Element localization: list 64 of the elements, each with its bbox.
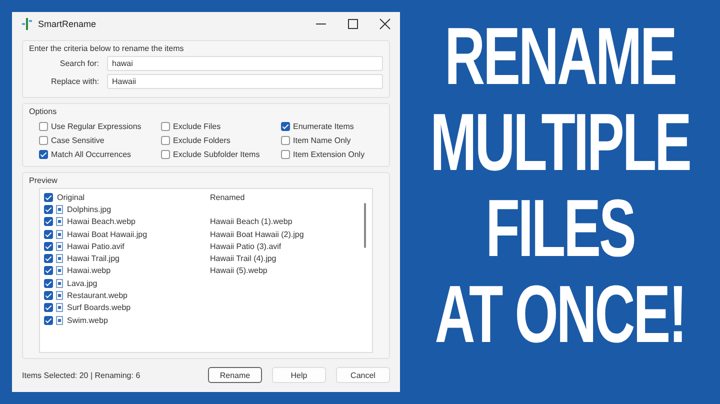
window-title: SmartRename bbox=[38, 19, 96, 29]
dialog-button[interactable]: Help bbox=[272, 367, 326, 383]
checkbox[interactable] bbox=[44, 278, 53, 288]
field-label: Replace with: bbox=[50, 77, 99, 86]
column-header: Original bbox=[57, 192, 86, 202]
checkbox[interactable] bbox=[39, 122, 48, 130]
option-label: Match All Occurrences bbox=[51, 150, 132, 158]
checkbox[interactable] bbox=[281, 122, 290, 130]
new-file-name: Hawaii Trail (4).jpg bbox=[210, 254, 276, 264]
checkbox[interactable] bbox=[39, 150, 48, 158]
group-label: Preview bbox=[29, 176, 58, 185]
file-name: Hawai Beach.webp bbox=[67, 217, 136, 226]
option-label: Use Regular Expressions bbox=[51, 122, 142, 130]
option-label: Item Name Only bbox=[293, 136, 351, 144]
checkbox[interactable] bbox=[44, 204, 53, 214]
headline-text: AT ONCE! bbox=[434, 274, 686, 362]
checkbox[interactable] bbox=[161, 122, 170, 130]
group-label: Options bbox=[29, 107, 58, 116]
checkbox[interactable] bbox=[44, 254, 53, 264]
status-text: Items Selected: 20 | Renaming: 6 bbox=[22, 370, 140, 380]
file-name: Restaurant.webp bbox=[67, 291, 128, 300]
checkbox[interactable] bbox=[161, 136, 170, 144]
option-label: Exclude Subfolder Items bbox=[173, 150, 260, 158]
new-file-name: Hawaii Beach (1).webp bbox=[210, 217, 292, 226]
file-name: Hawai.webp bbox=[67, 266, 112, 276]
checkbox[interactable] bbox=[44, 242, 53, 251]
file-name: Hawai Patio.avif bbox=[67, 242, 126, 251]
headline-text: RENAME bbox=[444, 16, 676, 104]
file-name: Lava.jpg bbox=[67, 278, 98, 288]
option-label: Exclude Files bbox=[173, 122, 221, 130]
new-file-name: Hawaii Boat Hawaii (2).jpg bbox=[210, 230, 304, 239]
file-name: Hawai Boat Hawaii.jpg bbox=[67, 230, 148, 239]
checkbox[interactable] bbox=[44, 291, 53, 300]
file-name: Swim.webp bbox=[67, 316, 109, 325]
text-field[interactable]: Hawaii bbox=[107, 74, 383, 89]
app-icon bbox=[22, 18, 32, 30]
option-label: Exclude Folders bbox=[173, 136, 230, 144]
scrollbar[interactable] bbox=[364, 203, 366, 248]
headline-text: FILES bbox=[486, 188, 634, 276]
group-label: Enter the criteria below to rename the items bbox=[29, 44, 185, 53]
checkbox[interactable] bbox=[44, 266, 53, 276]
option-label: Item Extension Only bbox=[293, 150, 365, 158]
headline-text: MULTIPLE bbox=[430, 102, 690, 190]
new-file-name: Hawaii (5).webp bbox=[210, 266, 268, 276]
dialog-button[interactable]: Cancel bbox=[336, 367, 390, 383]
file-name: Dolphins.jpg bbox=[67, 204, 112, 214]
option-label: Enumerate Items bbox=[293, 122, 354, 130]
checkbox[interactable] bbox=[44, 230, 53, 239]
field-label: Search for: bbox=[58, 59, 99, 68]
column-header: Renamed bbox=[210, 192, 245, 202]
checkbox[interactable] bbox=[281, 150, 290, 158]
checkbox[interactable] bbox=[44, 316, 53, 325]
text-field[interactable]: hawai bbox=[107, 56, 383, 71]
new-file-name: Hawaii Patio (3).avif bbox=[210, 242, 282, 251]
dialog-button[interactable]: Rename bbox=[208, 367, 262, 383]
checkbox[interactable] bbox=[44, 303, 53, 312]
file-name: Surf Boards.webp bbox=[67, 303, 132, 312]
file-name: Hawai Trail.jpg bbox=[67, 254, 120, 264]
checkbox[interactable] bbox=[44, 217, 53, 226]
checkbox[interactable] bbox=[39, 136, 48, 144]
checkbox[interactable] bbox=[44, 192, 53, 202]
checkbox[interactable] bbox=[281, 136, 290, 144]
checkbox[interactable] bbox=[161, 150, 170, 158]
option-label: Case Sensitive bbox=[51, 136, 104, 144]
